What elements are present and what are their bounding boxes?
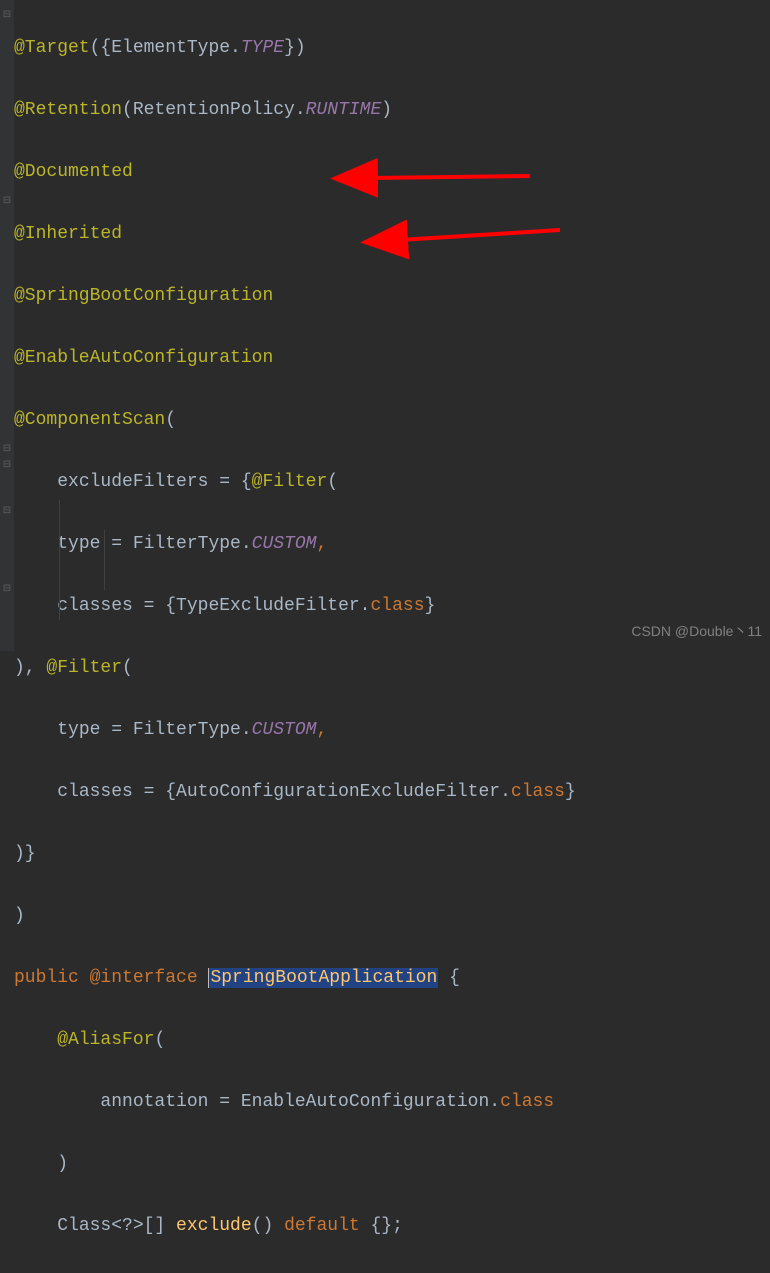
fold-marker[interactable]: ⊟ [2,197,12,207]
code-line: @Retention(RetentionPolicy.RUNTIME) [14,95,770,126]
highlighted-identifier: SpringBootApplication [209,968,438,988]
code-line: )} [14,839,770,870]
code-line: Class<?>[] exclude() default {}; [14,1211,770,1242]
code-line: @SpringBootConfiguration [14,281,770,312]
code-line: @Documented [14,157,770,188]
code-line: type = FilterType.CUSTOM, [14,529,770,560]
code-line: classes = {AutoConfigurationExcludeFilte… [14,777,770,808]
code-line: @Inherited [14,219,770,250]
code-line: ) [14,901,770,932]
fold-marker[interactable]: ⊟ [2,461,12,471]
code-line: ), @Filter( [14,653,770,684]
code-line: @ComponentScan( [14,405,770,436]
code-line: public @interface SpringBootApplication … [14,963,770,994]
code-line: @Target({ElementType.TYPE}) [14,33,770,64]
fold-marker[interactable]: ⊟ [2,585,12,595]
code-line: type = FilterType.CUSTOM, [14,715,770,746]
fold-marker[interactable]: ⊟ [2,445,12,455]
indent-guide [104,530,105,590]
code-line: @EnableAutoConfiguration [14,343,770,374]
watermark: CSDN @Double丶11 [631,616,762,647]
indent-guide [59,500,60,620]
code-line: ) [14,1149,770,1180]
code-line: excludeFilters = {@Filter( [14,467,770,498]
code-line: annotation = EnableAutoConfiguration.cla… [14,1087,770,1118]
code-line: @AliasFor( [14,1025,770,1056]
fold-marker[interactable]: ⊟ [2,11,12,21]
fold-marker[interactable]: ⊟ [2,507,12,517]
editor-gutter: ⊟ ⊟ ⊟ ⊟ ⊟ ⊟ [0,0,14,651]
